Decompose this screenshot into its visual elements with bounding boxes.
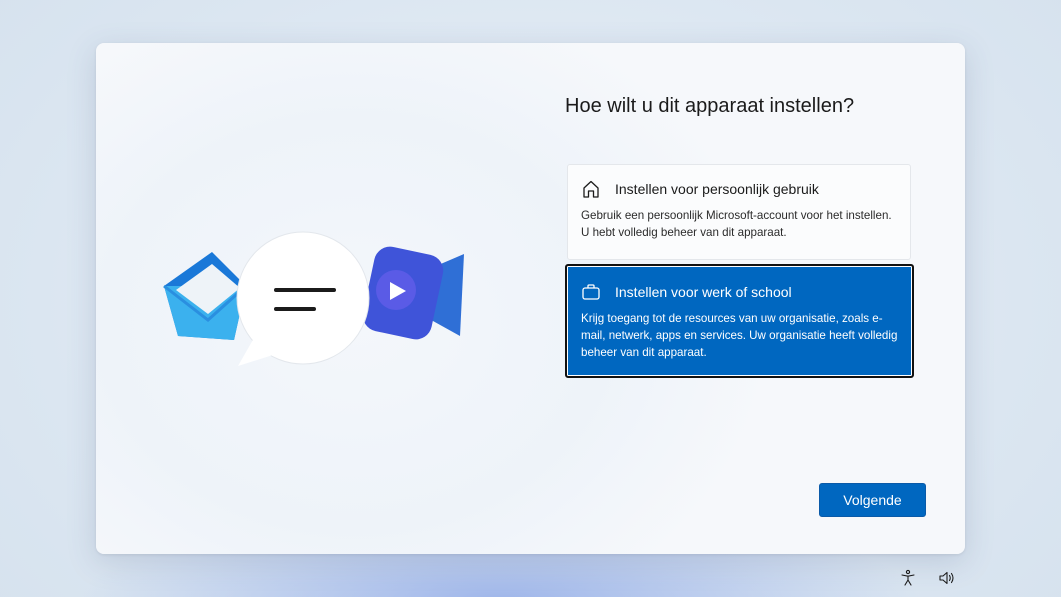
option-personal-use[interactable]: Instellen voor persoonlijk gebruik Gebru… (567, 164, 911, 260)
option-work-description: Krijg toegang tot de resources van uw or… (581, 312, 898, 359)
video-camera-icon (362, 246, 464, 340)
accessibility-icon[interactable] (899, 569, 917, 587)
page-title: Hoe wilt u dit apparaat instellen? (565, 95, 855, 117)
option-personal-description: Gebruik een persoonlijk Microsoft-accoun… (581, 209, 892, 239)
volume-icon[interactable] (938, 569, 956, 587)
setup-window: Hoe wilt u dit apparaat instellen? Inste… (96, 43, 965, 554)
chat-bubble-icon (236, 231, 370, 366)
home-icon (583, 180, 599, 198)
option-personal-title: Instellen voor persoonlijk gebruik (615, 181, 819, 197)
option-work-or-school[interactable]: Instellen voor werk of school Krijg toeg… (565, 264, 914, 378)
mail-icon (163, 252, 248, 340)
illustration (163, 231, 464, 366)
option-work-title: Instellen voor werk of school (615, 284, 792, 300)
next-button[interactable]: Volgende (819, 483, 926, 517)
briefcase-icon (582, 284, 600, 300)
